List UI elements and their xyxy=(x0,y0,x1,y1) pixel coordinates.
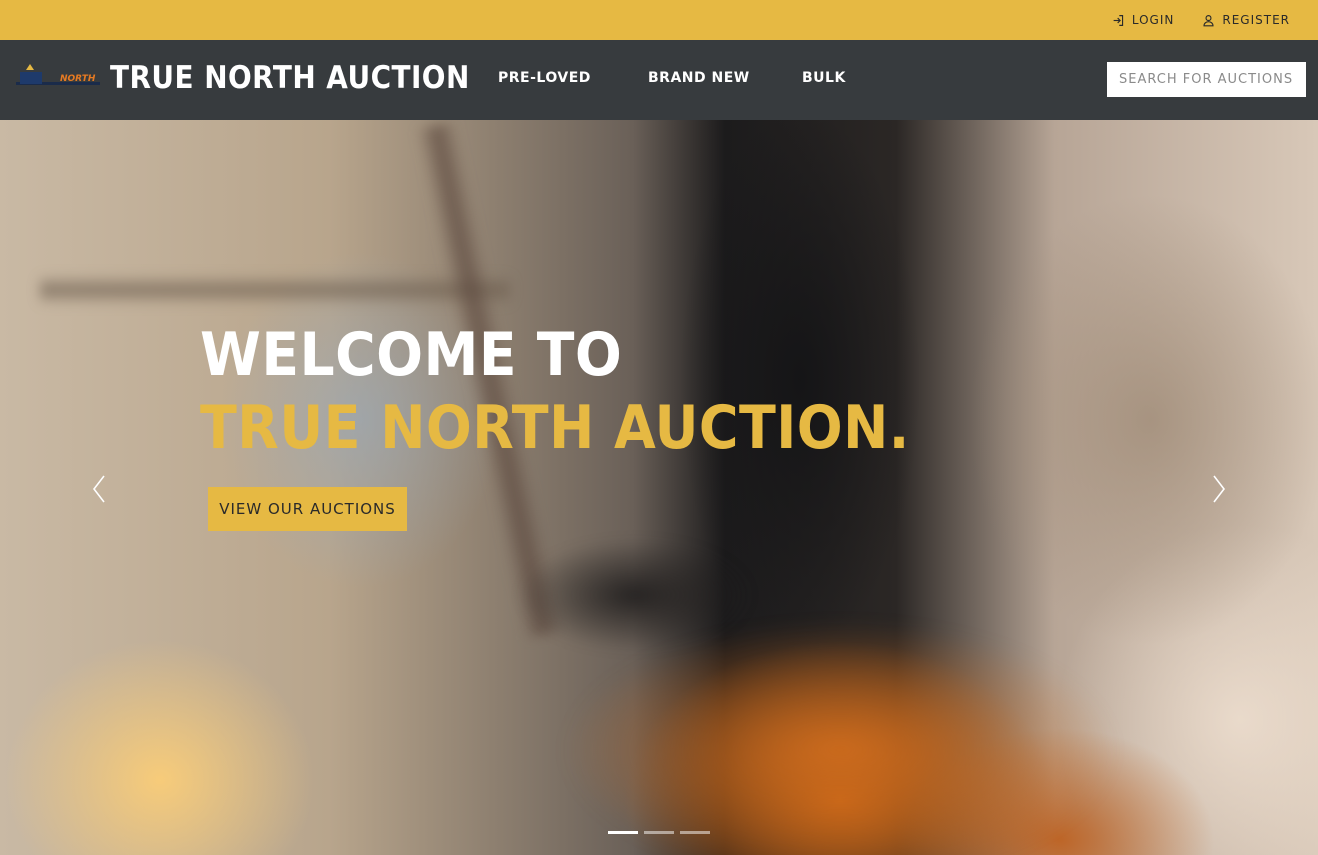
view-auctions-button[interactable]: VIEW OUR AUCTIONS xyxy=(208,487,407,531)
hero-carousel: WELCOME TO TRUE NORTH AUCTION. VIEW OUR … xyxy=(0,120,1318,855)
brand-name[interactable]: TRUE NORTH AUCTION xyxy=(110,60,470,96)
nav-item-brand-new[interactable]: BRAND NEW xyxy=(648,70,750,86)
carousel-indicators xyxy=(608,831,710,834)
main-navbar: NORTH TRUE NORTH AUCTION PRE-LOVED BRAND… xyxy=(0,40,1318,120)
hero-background-shirt xyxy=(560,620,1120,855)
carousel-indicator-2[interactable] xyxy=(644,831,674,834)
user-icon xyxy=(1203,14,1214,26)
sign-in-icon xyxy=(1113,14,1123,26)
register-label: REGISTER xyxy=(1222,13,1290,27)
register-link[interactable]: REGISTER xyxy=(1202,13,1290,27)
hero-title-line2: TRUE NORTH AUCTION. xyxy=(200,393,910,463)
hero-title-line1: WELCOME TO xyxy=(200,320,623,390)
nav-item-bulk[interactable]: BULK xyxy=(802,70,846,86)
login-link[interactable]: LOGIN xyxy=(1112,13,1175,27)
login-label: LOGIN xyxy=(1131,13,1175,27)
carousel-indicator-3[interactable] xyxy=(680,831,710,834)
search-input[interactable] xyxy=(1107,62,1306,97)
chevron-left-icon[interactable] xyxy=(88,472,112,506)
hero-background-rail xyxy=(40,275,510,305)
logo[interactable]: NORTH xyxy=(16,64,100,92)
nav-item-pre-loved[interactable]: PRE-LOVED xyxy=(498,70,591,86)
logo-text: NORTH xyxy=(60,74,96,84)
chevron-right-icon[interactable] xyxy=(1206,472,1230,506)
carousel-indicator-1[interactable] xyxy=(608,831,638,834)
top-utility-bar: LOGIN REGISTER xyxy=(0,0,1318,40)
